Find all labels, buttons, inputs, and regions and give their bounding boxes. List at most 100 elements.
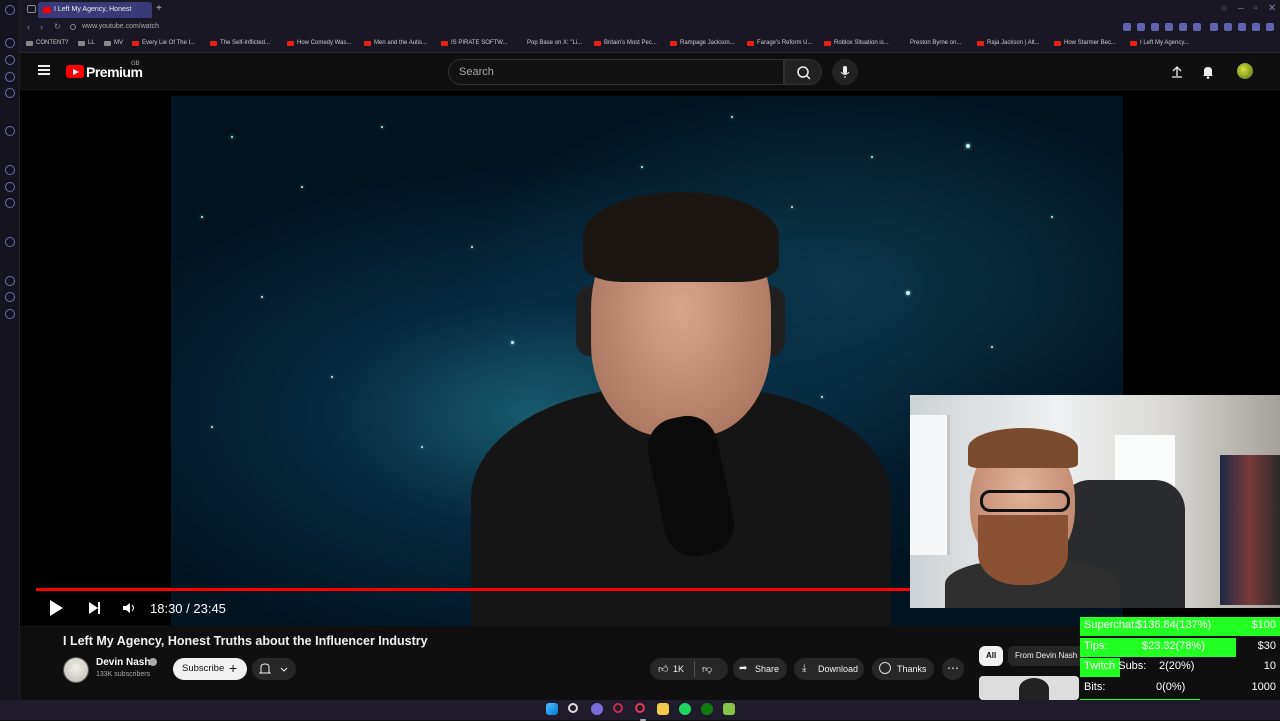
chip-all[interactable]: All (979, 646, 1004, 666)
minimize-icon[interactable]: – (1238, 3, 1244, 14)
tab-strip: I Left My Agency, Honest + ○ – ▫ ✕ (20, 0, 1280, 19)
bookmark-item[interactable]: Roblox Situation is... (824, 40, 889, 46)
url-field[interactable]: www.youtube.com/watch (82, 23, 159, 30)
donation-goal-value: $100 (1251, 619, 1276, 631)
camera-icon[interactable] (1137, 23, 1145, 31)
app-icon[interactable] (723, 703, 735, 715)
more-actions-button[interactable]: ⋯ (942, 658, 964, 680)
taskbar-search-icon[interactable] (568, 703, 578, 713)
back-icon[interactable]: ‹ (27, 22, 30, 32)
new-tab-icon[interactable]: + (156, 3, 162, 14)
volume-icon[interactable] (122, 602, 136, 614)
bookmark-icon[interactable] (1151, 23, 1159, 31)
donation-goal-row: Superchat: $136.84(137%) $100 (1080, 617, 1280, 636)
bookmark-item[interactable]: LL (78, 40, 95, 46)
share-button[interactable]: ➦ Share (733, 658, 787, 680)
download-ext-icon[interactable] (1252, 23, 1260, 31)
windows-start-icon[interactable] (546, 703, 558, 715)
bookmark-item[interactable]: How Comedy Was... (287, 40, 351, 46)
search-tabs-icon[interactable]: ○ (1221, 3, 1227, 14)
youtube-header: Premium GB Search (20, 53, 1280, 91)
thanks-label: Thanks (897, 664, 927, 674)
bookmark-item[interactable]: I Left My Agency... (1130, 40, 1189, 46)
menu-icon[interactable] (1266, 23, 1274, 31)
sidebar-messenger-icon[interactable] (5, 165, 15, 175)
shield-icon[interactable] (1165, 23, 1173, 31)
reload-icon[interactable]: ↻ (54, 22, 61, 31)
bookmark-item[interactable]: Pop Base on X: "Li... (517, 40, 582, 46)
upload-icon[interactable] (1170, 65, 1184, 79)
channel-avatar[interactable] (63, 657, 89, 683)
site-info-icon[interactable] (70, 24, 76, 30)
sidebar-workspace-icon[interactable] (5, 88, 15, 98)
file-explorer-icon[interactable] (657, 703, 669, 715)
sidebar-home-icon[interactable] (5, 38, 15, 48)
forward-icon[interactable]: › (40, 22, 43, 32)
thumbs-down-icon[interactable]: 👎︎ (702, 663, 712, 675)
notification-bell-button[interactable] (252, 658, 296, 680)
tab-title: I Left My Agency, Honest (54, 6, 132, 13)
bookmark-item[interactable]: Every Lie Of The I... (132, 40, 195, 46)
share-icon: ➦ (739, 663, 748, 674)
subscribe-button[interactable]: Subscribe + (173, 658, 247, 680)
account-avatar[interactable] (1237, 63, 1253, 79)
bookmark-item[interactable]: MV (104, 40, 123, 46)
copilot-icon[interactable] (591, 703, 603, 715)
tab-active[interactable]: I Left My Agency, Honest (38, 2, 152, 18)
bookmark-item[interactable]: Raja Jackson | Alt... (977, 40, 1040, 46)
donation-goal-row: Bits: 0(0%) 1000 (1080, 679, 1280, 698)
youtube-logo-icon[interactable] (66, 65, 84, 78)
sidebar-facebook-icon[interactable] (5, 182, 15, 192)
play-ext-icon[interactable] (1179, 23, 1187, 31)
bookmark-item[interactable]: Britain's Most Pec... (594, 40, 657, 46)
thanks-button[interactable]: Thanks (872, 658, 934, 680)
xbox-icon[interactable] (701, 703, 713, 715)
tab-menu-icon[interactable] (27, 5, 36, 13)
bookmark-item[interactable]: Rampage Jackson... (670, 40, 735, 46)
download-button[interactable]: ⤓ Download (794, 658, 864, 680)
bookmark-item[interactable]: IS PIRATE SOFTW... (441, 40, 508, 46)
cam-hanging-clothes (1220, 455, 1280, 605)
address-bar: ‹ › ↻ www.youtube.com/watch (20, 19, 1280, 37)
snapshot-icon[interactable] (1238, 23, 1246, 31)
sidebar-ai-icon[interactable] (5, 55, 15, 65)
maximize-icon[interactable]: ▫ (1254, 3, 1258, 14)
search-button[interactable] (784, 59, 822, 85)
sidebar-settings-icon[interactable] (5, 309, 15, 319)
next-video-icon[interactable] (89, 602, 100, 614)
cam-glasses (980, 490, 1070, 512)
play-icon[interactable] (50, 600, 63, 616)
bookmark-item[interactable]: CONTENT? (26, 40, 68, 46)
opera-logo-icon[interactable] (5, 5, 15, 15)
notifications-bell-icon[interactable] (1201, 65, 1215, 79)
extensions-icon[interactable] (1224, 23, 1232, 31)
bookmark-item[interactable]: Farage's Reform U... (747, 40, 813, 46)
donation-label: Tips: (1084, 639, 1108, 652)
bookmark-item[interactable]: The Self-Inflicted... (210, 40, 270, 46)
sidebar-player-icon[interactable] (5, 237, 15, 247)
hamburger-menu-icon[interactable] (38, 65, 50, 75)
like-button[interactable]: 👍︎ 1K 👎︎ (650, 658, 728, 680)
bookmark-item[interactable]: Men and the Autis... (364, 40, 427, 46)
bell-icon (258, 663, 288, 674)
opera-gx-icon[interactable] (613, 703, 623, 713)
spotify-icon[interactable] (679, 703, 691, 715)
thumbs-up-icon: 👍︎ (658, 664, 669, 675)
zoom-icon[interactable] (1123, 23, 1131, 31)
voice-search-button[interactable] (832, 59, 858, 85)
close-window-icon[interactable]: ✕ (1268, 3, 1276, 14)
bookmark-item[interactable]: Preston Byrne on... (900, 40, 961, 46)
recommended-video-thumbnail[interactable] (979, 676, 1079, 700)
sidebar-wallet-icon[interactable] (5, 72, 15, 82)
search-input[interactable]: Search (448, 59, 784, 85)
volume-ext-icon[interactable] (1210, 23, 1218, 31)
heart-icon[interactable] (1193, 23, 1201, 31)
sidebar-aria-icon[interactable] (5, 126, 15, 136)
chip-from-channel[interactable]: From Devin Nash (1008, 646, 1085, 666)
bookmark-item[interactable]: How Starmer Bec... (1054, 40, 1116, 46)
channel-name[interactable]: Devin Nash (96, 657, 150, 668)
opera-taskbar-icon[interactable] (635, 703, 646, 721)
sidebar-downloads-icon[interactable] (5, 292, 15, 302)
sidebar-history-icon[interactable] (5, 276, 15, 286)
sidebar-instagram-icon[interactable] (5, 198, 15, 208)
